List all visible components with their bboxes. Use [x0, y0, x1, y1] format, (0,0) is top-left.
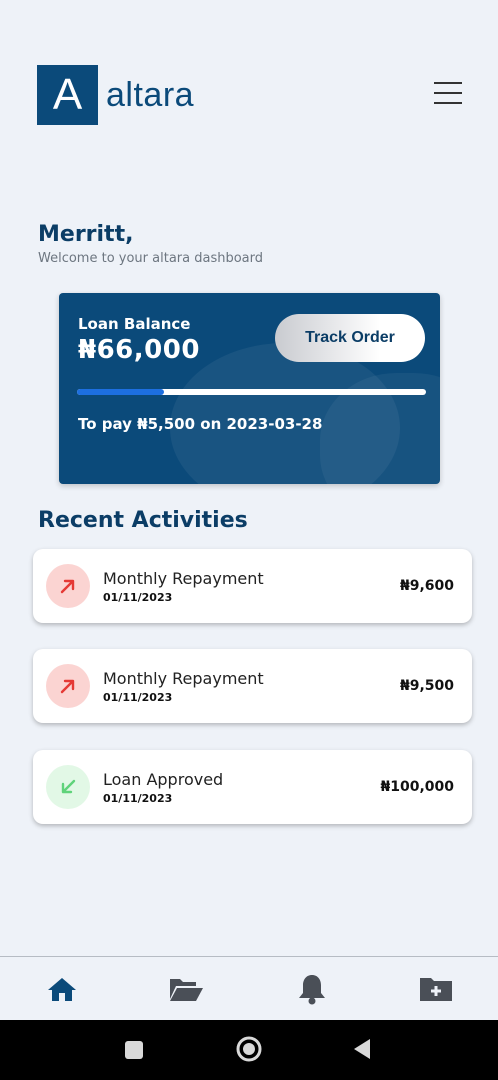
- arrow-up-right-icon: [46, 564, 90, 608]
- bell-icon[interactable]: [294, 973, 330, 1005]
- home-circle-icon[interactable]: [235, 1035, 263, 1067]
- activity-title: Monthly Repayment: [103, 569, 264, 588]
- activity-title: Loan Approved: [103, 770, 224, 789]
- bottom-navigation: [0, 956, 498, 1021]
- android-navigation-bar: [0, 1020, 498, 1080]
- activity-item[interactable]: Monthly Repayment 01/11/2023 ₦9,600: [33, 549, 472, 623]
- track-order-button[interactable]: Track Order: [275, 314, 425, 362]
- activity-date: 01/11/2023: [103, 792, 173, 805]
- activity-amount: ₦100,000: [380, 779, 454, 795]
- loan-balance-label: Loan Balance: [78, 315, 191, 333]
- folder-open-icon[interactable]: [168, 973, 204, 1005]
- home-icon[interactable]: [44, 973, 80, 1005]
- back-triangle-icon[interactable]: [352, 1037, 372, 1065]
- status-bar: [0, 0, 498, 8]
- loan-balance-card: Loan Balance ₦66,000 Track Order To pay …: [59, 293, 440, 484]
- activity-title: Monthly Repayment: [103, 669, 264, 688]
- altara-logo: A altara: [37, 65, 194, 125]
- activity-date: 01/11/2023: [103, 691, 173, 704]
- recents-square-icon[interactable]: [124, 1040, 144, 1064]
- arrow-up-right-icon: [46, 664, 90, 708]
- activity-amount: ₦9,600: [399, 578, 454, 594]
- recent-activities-title: Recent Activities: [38, 508, 248, 533]
- arrow-down-left-icon: [46, 765, 90, 809]
- repayment-progress-bar: [77, 389, 426, 395]
- activity-item[interactable]: Monthly Repayment 01/11/2023 ₦9,500: [33, 649, 472, 723]
- loan-balance-amount: ₦66,000: [78, 335, 200, 365]
- hamburger-menu-icon[interactable]: [434, 80, 462, 106]
- logo-text: altara: [106, 75, 195, 114]
- logo-mark: A: [37, 65, 98, 125]
- greeting-subtitle: Welcome to your altara dashboard: [38, 251, 263, 266]
- greeting-name: Merritt,: [38, 222, 134, 247]
- repayment-progress-fill: [77, 389, 165, 395]
- activity-amount: ₦9,500: [399, 678, 454, 694]
- activity-item[interactable]: Loan Approved 01/11/2023 ₦100,000: [33, 750, 472, 824]
- next-payment-text: To pay ₦5,500 on 2023-03-28: [78, 415, 323, 433]
- activity-date: 01/11/2023: [103, 591, 173, 604]
- folder-plus-icon[interactable]: [418, 973, 454, 1005]
